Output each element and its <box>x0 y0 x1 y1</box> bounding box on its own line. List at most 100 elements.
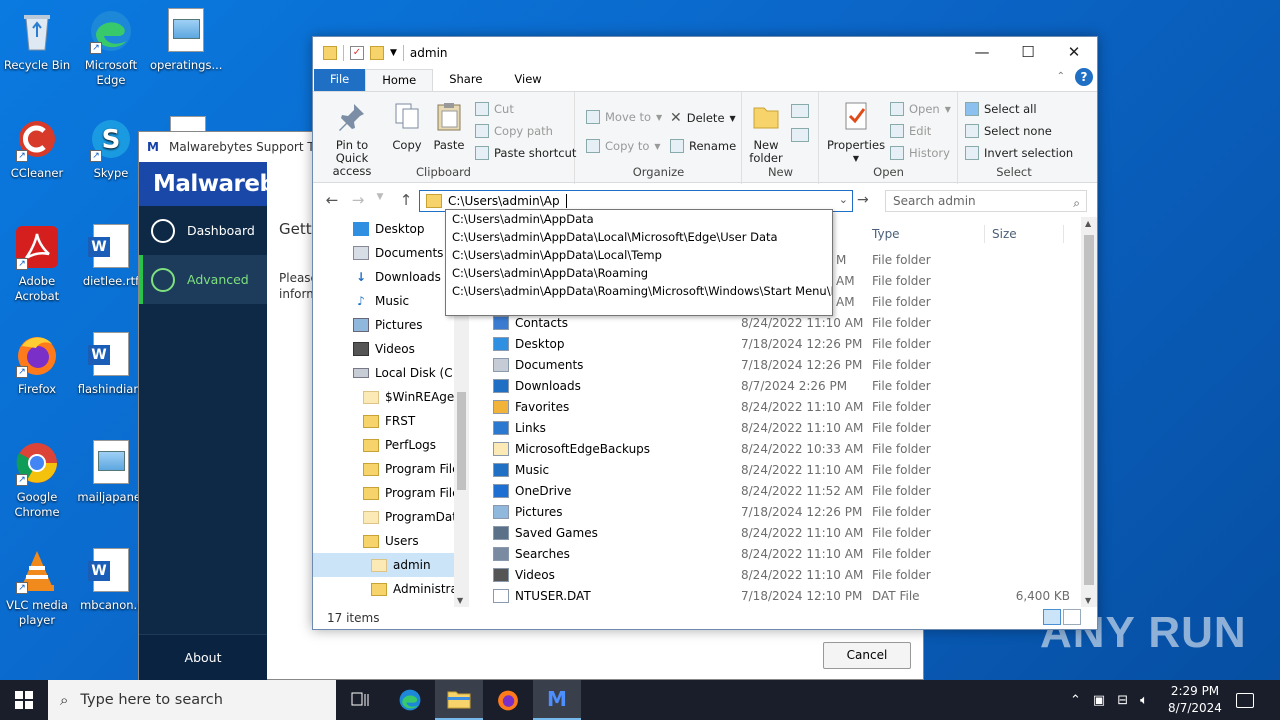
tab-file[interactable]: File <box>314 69 366 91</box>
tree-item-perflogs[interactable]: PerfLogs <box>313 433 469 457</box>
table-row[interactable]: NTUSER.DAT 7/18/2024 12:10 PM DAT File 6,40… <box>485 586 1075 607</box>
desktop-icon-microsoft-edge[interactable]: ↗ Microsoft Edge <box>75 8 147 88</box>
tree-item-pictures[interactable]: Pictures <box>313 313 469 337</box>
mb-nav-advanced[interactable]: Advanced <box>139 255 267 304</box>
tab-share[interactable]: Share <box>433 69 498 91</box>
table-row[interactable]: Saved Games 8/24/2022 11:10 AM File folder <box>485 523 1075 544</box>
scrollbar-thumb[interactable] <box>457 392 466 490</box>
move-to-button[interactable]: Move to ▼ <box>586 110 662 124</box>
properties-button[interactable]: Properties ▼ <box>826 100 886 165</box>
desktop-icon-firefox[interactable]: ↗ Firefox <box>1 332 73 397</box>
autocomplete-item[interactable]: C:\Users\admin\AppData\Roaming <box>446 264 832 282</box>
tree-item-users[interactable]: Users <box>313 529 469 553</box>
maximize-button[interactable]: ☐ <box>1005 37 1051 69</box>
table-row[interactable]: MicrosoftEdgeBackups 8/24/2022 10:33 AM Fi… <box>485 439 1075 460</box>
tree-item-winreagent[interactable]: $WinREAgent <box>313 385 469 409</box>
start-button[interactable] <box>0 680 48 720</box>
desktop-icon-skype[interactable]: S ↗ Skype <box>75 116 147 181</box>
table-row[interactable]: Links 8/24/2022 11:10 AM File folder <box>485 418 1075 439</box>
cut-button[interactable]: Cut <box>475 102 514 116</box>
table-row[interactable]: Pictures 7/18/2024 12:26 PM File folder <box>485 502 1075 523</box>
delete-button[interactable]: ✕ Delete ▼ <box>670 110 736 126</box>
taskbar-malwarebytes[interactable]: M <box>533 680 581 720</box>
paste-shortcut-button[interactable]: Paste shortcut <box>475 146 576 160</box>
properties-quick-icon[interactable]: ✓ <box>350 46 364 60</box>
chevron-down-icon[interactable]: ▼ <box>1085 596 1091 605</box>
tab-view[interactable]: View <box>498 69 557 91</box>
new-item-icon[interactable] <box>791 104 809 118</box>
open-button[interactable]: Open ▼ <box>890 102 951 116</box>
table-row[interactable]: Desktop 7/18/2024 12:26 PM File folder <box>485 334 1075 355</box>
up-arrow-icon[interactable]: ↑ <box>393 191 419 209</box>
tree-item-frst[interactable]: FRST <box>313 409 469 433</box>
cancel-button[interactable]: Cancel <box>823 642 911 669</box>
taskbar-search-box[interactable]: ⌕ Type here to search <box>48 680 336 720</box>
tree-item-program-files-x86[interactable]: Program Files <box>313 481 469 505</box>
table-row[interactable]: OneDrive 8/24/2022 11:52 AM File folder <box>485 481 1075 502</box>
edit-button[interactable]: Edit <box>890 124 931 138</box>
history-button[interactable]: History <box>890 146 950 160</box>
autocomplete-item[interactable]: C:\Users\admin\AppData\Local\Microsoft\E… <box>446 228 832 246</box>
mb-nav-about[interactable]: About <box>139 634 267 680</box>
tree-item-programdata[interactable]: ProgramData <box>313 505 469 529</box>
chevron-up-icon[interactable]: ⌃ <box>1070 693 1081 708</box>
list-scrollbar[interactable]: ▲ ▼ <box>1081 217 1097 607</box>
taskbar-firefox[interactable] <box>484 680 532 720</box>
table-row[interactable]: Searches 8/24/2022 11:10 AM File folder <box>485 544 1075 565</box>
tree-item-admin[interactable]: admin <box>313 553 469 577</box>
copy-button[interactable]: Copy <box>387 100 427 152</box>
column-type[interactable]: Type <box>872 227 900 241</box>
go-arrow-icon[interactable]: → <box>857 192 869 208</box>
new-folder-quick-icon[interactable] <box>370 46 384 60</box>
desktop-icon-ccleaner[interactable]: ↗ CCleaner <box>1 116 73 181</box>
minimize-button[interactable]: — <box>959 37 1005 69</box>
easy-access-icon[interactable] <box>791 128 809 142</box>
network-icon[interactable]: ▣ <box>1093 693 1105 708</box>
volume-icon[interactable]: 🔈︎ <box>1140 693 1148 708</box>
tree-item-program-files[interactable]: Program Files <box>313 457 469 481</box>
autocomplete-item[interactable]: C:\Users\admin\AppData <box>446 210 832 228</box>
taskbar-clock[interactable]: 2:29 PM 8/7/2024 <box>1162 683 1228 717</box>
autocomplete-item[interactable]: C:\Users\admin\AppData\Roaming\Microsoft… <box>446 282 832 300</box>
desktop-icon-adobe-acrobat[interactable]: ↗ Adobe Acrobat <box>1 224 73 304</box>
desktop-icon-mailjapane[interactable]: mailjapane. <box>75 440 147 505</box>
table-row[interactable]: Contacts 8/24/2022 11:10 AM File folder <box>485 313 1075 334</box>
details-view-icon[interactable] <box>1043 609 1061 625</box>
invert-selection-button[interactable]: Invert selection <box>965 146 1073 160</box>
chevron-down-icon[interactable]: ⌄ <box>839 193 848 206</box>
rename-button[interactable]: Rename <box>670 139 736 153</box>
desktop-icon-mbcanon[interactable]: W mbcanon.r <box>75 548 147 613</box>
column-size[interactable]: Size <box>992 227 1017 241</box>
select-none-button[interactable]: Select none <box>965 124 1052 138</box>
ethernet-icon[interactable]: ⊟ <box>1117 693 1128 708</box>
table-row[interactable]: Documents 7/18/2024 12:26 PM File folder <box>485 355 1075 376</box>
desktop-icon-operatings[interactable]: operatings... <box>150 8 222 73</box>
chevron-up-icon[interactable]: ⌃ <box>1057 71 1065 82</box>
tree-item-administrator[interactable]: Administrat <box>313 577 469 601</box>
table-row[interactable]: Favorites 8/24/2022 11:10 AM File folder <box>485 397 1075 418</box>
table-row[interactable]: Videos 8/24/2022 11:10 AM File folder <box>485 565 1075 586</box>
close-button[interactable]: ✕ <box>1051 37 1097 69</box>
notification-button[interactable] <box>1236 680 1254 720</box>
taskbar-file-explorer[interactable] <box>435 680 483 720</box>
chevron-down-icon[interactable]: ▼ <box>457 596 463 605</box>
scrollbar-thumb[interactable] <box>1084 235 1094 585</box>
desktop-icon-google-chrome[interactable]: ↗ Google Chrome <box>1 440 73 520</box>
table-row[interactable]: Music 8/24/2022 11:10 AM File folder <box>485 460 1075 481</box>
mb-nav-dashboard[interactable]: Dashboard <box>139 206 267 255</box>
recent-locations-icon[interactable]: ▼ <box>367 192 393 202</box>
taskbar-edge[interactable] <box>386 680 434 720</box>
desktop-icon-dietlee[interactable]: W dietlee.rtf <box>75 224 147 289</box>
table-row[interactable]: Downloads 8/7/2024 2:26 PM File folder <box>485 376 1075 397</box>
chevron-down-icon[interactable]: ▼ <box>390 48 397 58</box>
help-icon[interactable]: ? <box>1075 68 1093 86</box>
autocomplete-item[interactable]: C:\Users\admin\AppData\Local\Temp <box>446 246 832 264</box>
tree-item-videos[interactable]: Videos <box>313 337 469 361</box>
tab-home[interactable]: Home <box>365 69 434 91</box>
desktop-icon-recycle-bin[interactable]: Recycle Bin <box>1 8 73 73</box>
desktop-icon-flashindian[interactable]: W flashindian. <box>75 332 147 397</box>
task-view-button[interactable] <box>336 680 384 720</box>
copy-to-button[interactable]: Copy to ▼ <box>586 139 661 153</box>
select-all-button[interactable]: Select all <box>965 102 1037 116</box>
large-icons-view-icon[interactable] <box>1063 609 1081 625</box>
